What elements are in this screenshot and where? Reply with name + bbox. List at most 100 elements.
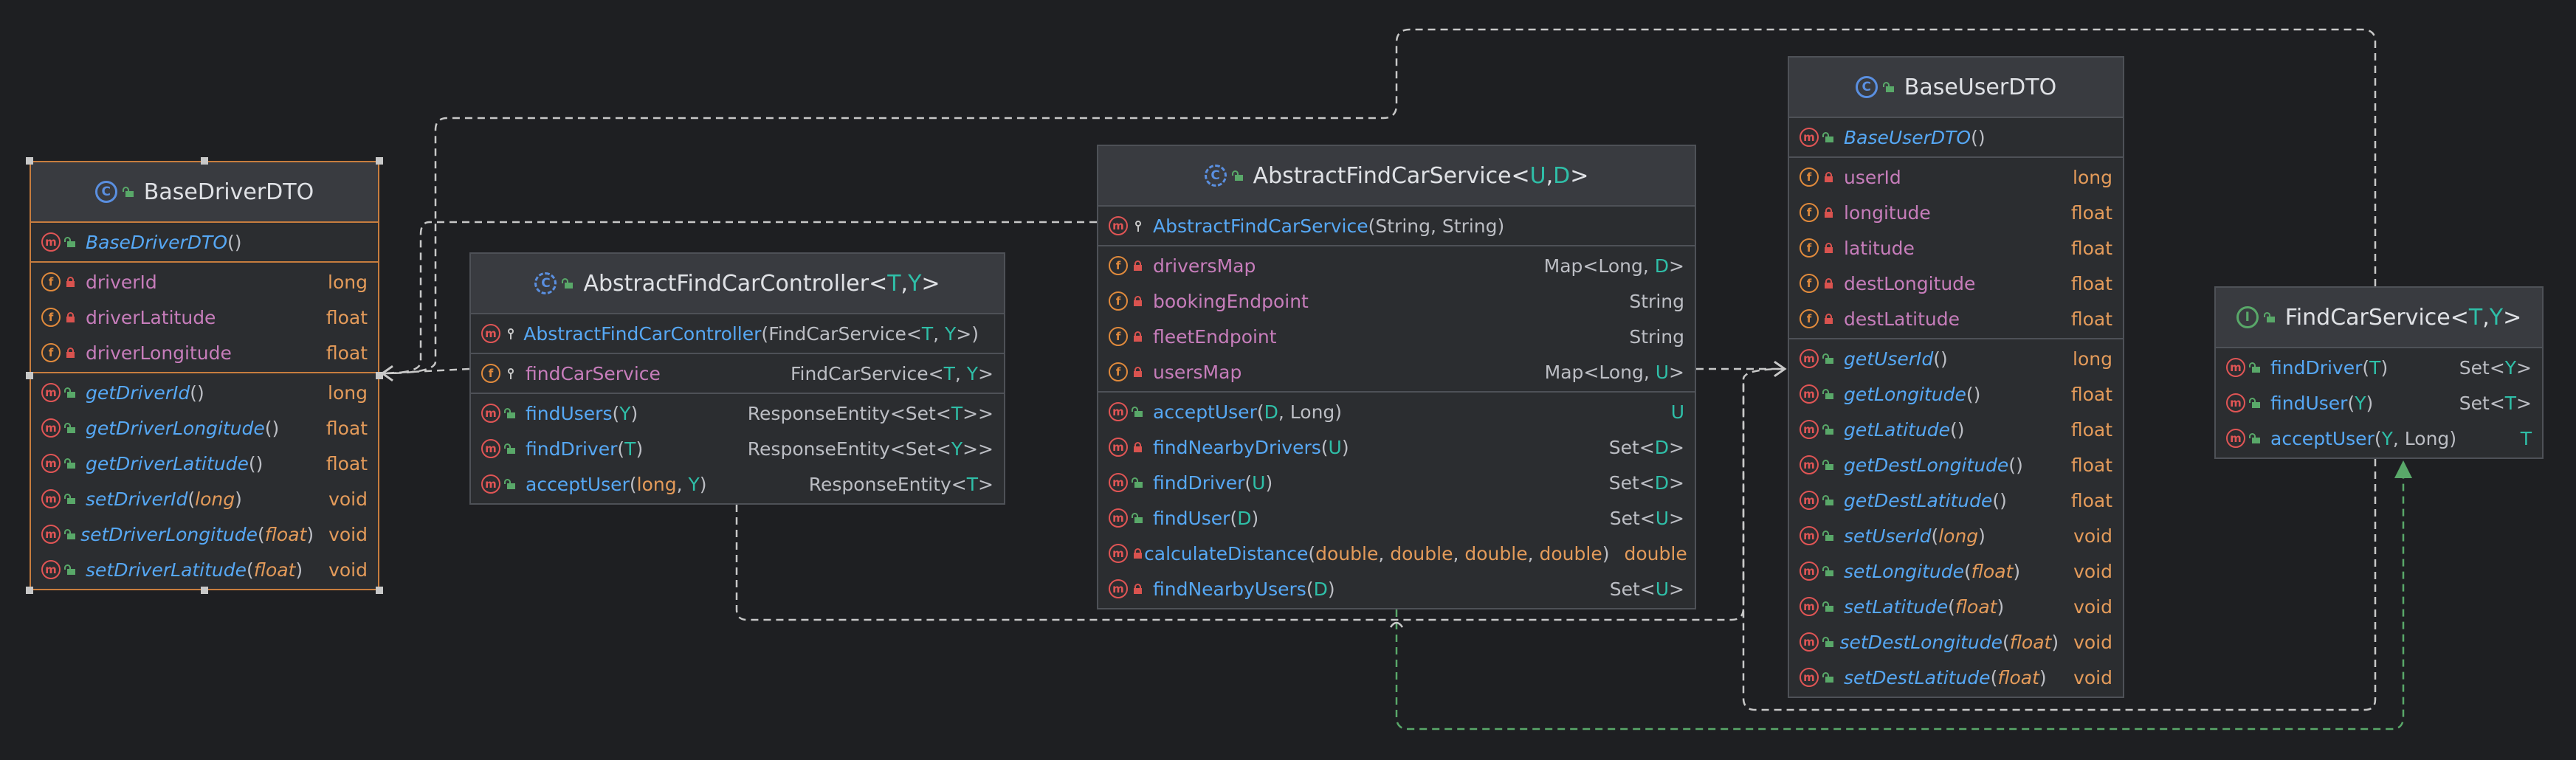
member-name: AbstractFindCarController: [523, 322, 762, 345]
class-node-base-driver-dto[interactable]: C BaseDriverDTO m BaseDriverDTO() f driverId l…: [30, 161, 379, 590]
method-row-set-driver-longitude[interactable]: m setDriverLongitude (float) void: [31, 517, 378, 552]
method-row-get-dest-latitude[interactable]: m getDestLatitude() float: [1789, 483, 2123, 518]
selection-handle[interactable]: [201, 587, 208, 594]
paren-close: ): [2013, 560, 2021, 582]
selection-handle[interactable]: [26, 372, 33, 379]
class-node-base-user-dto[interactable]: C BaseUserDTO m BaseUserDTO() f userId long f lo…: [1788, 56, 2124, 698]
method-row-find-user[interactable]: m findUser (Y) Set<T>: [2216, 385, 2542, 421]
selection-handle[interactable]: [376, 157, 383, 165]
method-row-find-driver[interactable]: m findDriver (T) Set<Y>: [2216, 350, 2542, 385]
selection-handle[interactable]: [26, 587, 33, 594]
class-header[interactable]: C BaseUserDTO: [1789, 58, 2123, 117]
class-node-abstract-find-car-controller[interactable]: C AbstractFindCarController < T, Y > m Abstrac…: [469, 252, 1005, 505]
type-part: T: [943, 362, 955, 384]
field-row-find-car-service[interactable]: f findCarService FindCarService<T, Y>: [471, 356, 1004, 391]
class-header[interactable]: I FindCarService < T, Y >: [2216, 288, 2542, 347]
field-row-dest-latitude[interactable]: f destLatitude float: [1789, 301, 2123, 336]
method-signature: (Y): [612, 403, 638, 424]
class-header[interactable]: C BaseDriverDTO: [31, 162, 378, 223]
field-row-drivers-map[interactable]: f driversMap Map<Long, D>: [1098, 248, 1695, 283]
paren-open: (: [1306, 578, 1314, 600]
method-row-abstract-find-car-controller[interactable]: m AbstractFindCarController (FindCarServic…: [471, 316, 1004, 351]
method-icon: m: [481, 404, 500, 423]
field-row-driver-latitude[interactable]: f driverLatitude float: [31, 300, 378, 335]
method-row-find-nearby-drivers[interactable]: m findNearbyDrivers (U) Set<D>: [1098, 429, 1695, 465]
member-type: long: [328, 271, 368, 293]
member-name: setLatitude: [1844, 595, 1949, 618]
class-name: FindCarService: [2284, 304, 2451, 331]
method-row-get-latitude[interactable]: m getLatitude() float: [1789, 412, 2123, 447]
method-row-accept-user[interactable]: m acceptUser (D, Long) U: [1098, 394, 1695, 429]
member-section: f findCarService FindCarService<T, Y>: [471, 353, 1004, 393]
member-type: float: [2070, 201, 2112, 224]
class-node-find-car-service[interactable]: I FindCarService < T, Y > m findDriver (T) Set<Y…: [2214, 286, 2544, 459]
member-name: setDriverId: [86, 488, 188, 510]
method-row-set-user-id[interactable]: m setUserId (long) void: [1789, 518, 2123, 553]
selection-handle[interactable]: [26, 157, 33, 165]
field-icon: f: [1109, 327, 1128, 346]
field-row-longitude[interactable]: f longitude float: [1789, 195, 2123, 230]
param: ,: [1378, 542, 1391, 564]
field-row-fleet-endpoint[interactable]: f fleetEndpoint String: [1098, 319, 1695, 354]
method-row-get-driver-longitude[interactable]: m getDriverLongitude() float: [31, 410, 378, 446]
public-icon: [66, 423, 75, 433]
field-row-user-id[interactable]: f userId long: [1789, 159, 2123, 195]
method-row-accept-user[interactable]: m acceptUser (long, Y) ResponseEntity<T>: [471, 466, 1004, 502]
selection-handle[interactable]: [376, 587, 383, 594]
member-type: Map<Long, U>: [1530, 362, 1684, 383]
method-row-get-driver-id[interactable]: m getDriverId() long: [31, 375, 378, 410]
method-row-find-nearby-users[interactable]: m findNearbyUsers (D) Set<U>: [1098, 571, 1695, 607]
field-row-users-map[interactable]: f usersMap Map<Long, U>: [1098, 354, 1695, 390]
method-row-set-latitude[interactable]: m setLatitude (float) void: [1789, 589, 2123, 624]
field-row-booking-endpoint[interactable]: f bookingEndpoint String: [1098, 283, 1695, 319]
method-icon: m: [1109, 579, 1128, 598]
method-icon: m: [1800, 384, 1819, 404]
class-node-abstract-find-car-service[interactable]: C AbstractFindCarService < U, D > m AbstractFi…: [1097, 145, 1696, 609]
method-row-set-driver-latitude[interactable]: m setDriverLatitude (float) void: [31, 552, 378, 587]
method-row-set-driver-id[interactable]: m setDriverId (long) void: [31, 481, 378, 517]
method-row-get-driver-latitude[interactable]: m getDriverLatitude() float: [31, 446, 378, 481]
member-name: getDriverLongitude: [86, 417, 265, 439]
selection-handle[interactable]: [376, 372, 383, 379]
field-icon: f: [1109, 291, 1128, 311]
public-icon: [1825, 353, 1833, 364]
type-param-sep: ,: [900, 270, 909, 297]
paren-close: ): [2000, 489, 2007, 511]
method-row-set-longitude[interactable]: m setLongitude (float) void: [1789, 553, 2123, 589]
public-visibility-icon: [2266, 312, 2275, 322]
method-row-calculate-distance[interactable]: m calculateDistance (double, double, doubl…: [1098, 536, 1695, 571]
method-row-find-driver[interactable]: m findDriver (T) ResponseEntity<Set<Y>>: [471, 431, 1004, 466]
private-lock-icon: [1134, 584, 1143, 594]
member-name: driverLongitude: [86, 342, 232, 364]
method-row-find-driver[interactable]: m findDriver (U) Set<D>: [1098, 465, 1695, 500]
public-icon: [66, 564, 75, 575]
method-row-base-driver-dto[interactable]: m BaseDriverDTO(): [31, 224, 378, 260]
method-row-get-longitude[interactable]: m getLongitude() float: [1789, 376, 2123, 412]
method-row-base-user-dto[interactable]: m BaseUserDTO(): [1789, 120, 2123, 155]
interface-icon: I: [2236, 306, 2259, 328]
method-row-set-dest-latitude[interactable]: m setDestLatitude (float) void: [1789, 660, 2123, 695]
abstract-class-icon: C: [534, 272, 557, 294]
field-row-latitude[interactable]: f latitude float: [1789, 230, 2123, 266]
member-type: FindCarService<T, Y>: [776, 363, 993, 384]
type-part: Set<: [1608, 436, 1655, 458]
type-part: >: [2516, 392, 2532, 414]
field-row-driver-longitude[interactable]: f driverLongitude float: [31, 335, 378, 370]
method-row-get-user-id[interactable]: m getUserId() long: [1789, 341, 2123, 376]
param: Y: [2381, 427, 2393, 449]
method-row-find-users[interactable]: m findUsers (Y) ResponseEntity<Set<T>>: [471, 395, 1004, 431]
selection-handle[interactable]: [201, 157, 208, 165]
method-row-find-user[interactable]: m findUser (D) Set<U>: [1098, 500, 1695, 536]
member-name: setDriverLongitude: [80, 523, 258, 545]
field-row-driver-id[interactable]: f driverId long: [31, 264, 378, 300]
method-row-abstract-find-car-service[interactable]: m AbstractFindCarService (String, String): [1098, 208, 1695, 243]
class-header[interactable]: C AbstractFindCarController < T, Y >: [471, 254, 1004, 313]
field-row-dest-longitude[interactable]: f destLongitude float: [1789, 266, 2123, 301]
type-param-close: >: [2503, 304, 2522, 331]
param: float: [1971, 560, 2014, 582]
method-row-accept-user[interactable]: m acceptUser (Y, Long) T: [2216, 421, 2542, 456]
method-row-set-dest-longitude[interactable]: m setDestLongitude (float) void: [1789, 624, 2123, 660]
class-header[interactable]: C AbstractFindCarService < U, D >: [1098, 146, 1695, 205]
paren-open: (: [1230, 507, 1238, 529]
method-row-get-dest-longitude[interactable]: m getDestLongitude() float: [1789, 447, 2123, 483]
